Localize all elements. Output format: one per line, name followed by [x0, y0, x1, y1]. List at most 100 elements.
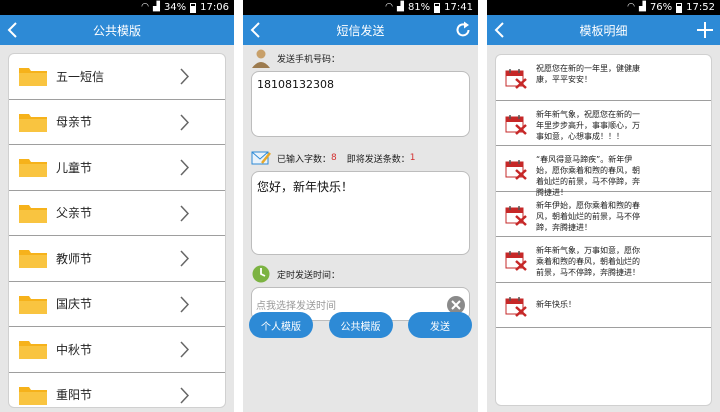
signal-icon: ▟: [153, 2, 160, 12]
page-title: 短信发送: [336, 23, 385, 38]
folder-icon: [19, 204, 47, 223]
back-icon[interactable]: [491, 20, 509, 40]
folder-icon: [19, 295, 47, 314]
template-text: 祝愿您在新的一年里，健健康康，平平安安！: [536, 64, 640, 84]
list-item-label: 五一短信: [56, 69, 105, 84]
clock-icon: [252, 265, 270, 283]
timer-label-row: 定时发送时间：: [251, 261, 470, 287]
status-time: 17:41: [444, 2, 473, 13]
list-item-label: 教师节: [56, 251, 93, 266]
list-item[interactable]: 五一短信: [9, 54, 225, 100]
list-item-label: 母亲节: [56, 115, 93, 130]
signal-icon: ▟: [639, 2, 646, 12]
wifi-icon: ◠: [627, 2, 636, 12]
title-bar: 短信发送: [243, 15, 478, 45]
signal-icon: ▟: [397, 2, 404, 12]
chevron-right-icon: [180, 250, 189, 267]
chevron-right-icon: [180, 204, 189, 222]
send-count-value: 1: [409, 153, 416, 163]
template-text: 新年伊始，愿你乘着和煦的春风，朝着灿烂的前景，马不停蹄，奔腾捷进！: [536, 200, 640, 232]
battery-percent: 34%: [163, 2, 187, 13]
sms-send-screen: ◠ ▟ 81% 17:41 短信发送 发送手机号码： 18108132308 已…: [243, 0, 478, 412]
battery-icon: [434, 2, 441, 13]
list-item[interactable]: 中秋节: [9, 327, 225, 373]
template-category-list: 五一短信 母亲节 儿童节 父亲节 教师节 国庆节 中秋节 重阳节: [8, 53, 226, 408]
wifi-icon: ◠: [141, 2, 150, 12]
sms-form: 发送手机号码： 18108132308 已输入字数： 8 即将发送条数： 1 您…: [243, 45, 478, 412]
list-item[interactable]: 母亲节: [9, 100, 225, 145]
folder-icon: [19, 250, 47, 269]
list-item[interactable]: 教师节: [9, 236, 225, 282]
timer-label: 定时发送时间：: [277, 270, 341, 281]
calendar-delete-icon: [505, 69, 527, 89]
public-template-button[interactable]: 公共模版: [328, 312, 393, 338]
status-time: 17:06: [200, 2, 229, 13]
back-icon[interactable]: [4, 20, 22, 40]
folder-icon: [19, 68, 47, 87]
template-detail-screen: ◠ ▟ 76% 17:52 模板明细 祝愿您在新的一年里，健健康康，平平安安！ …: [487, 0, 720, 412]
list-item[interactable]: 新年快乐！: [496, 283, 711, 328]
count-value: 8: [331, 153, 337, 163]
list-item[interactable]: “春风得意马蹄疾”。新年伊始，愿你乘着和煦的春风，朝着灿烂的前景，马不停蹄，奔腾…: [496, 146, 711, 197]
public-template-screen: ◠ ▟ 34% 17:06 公共模版 五一短信 母亲节 儿童节 父亲节 教师节 …: [0, 0, 234, 412]
chevron-right-icon: [180, 113, 189, 131]
action-buttons: 个人模版 公共模版 发送: [249, 312, 472, 338]
status-bar: ◠ ▟ 34% 17:06: [0, 0, 234, 15]
battery-icon: [190, 2, 197, 13]
calendar-delete-icon: [505, 114, 527, 135]
phone-label-row: 发送手机号码：: [251, 45, 470, 71]
back-icon[interactable]: [247, 20, 265, 40]
page-title: 公共模版: [92, 23, 141, 38]
chevron-right-icon: [180, 386, 189, 404]
personal-template-button[interactable]: 个人模版: [249, 312, 313, 338]
status-bar: ◠ ▟ 76% 17:52: [487, 0, 720, 15]
template-text: 新年新气象，祝愿您在新的一年里步步高升，事事顺心，万事如意，心想事成！！！: [536, 109, 640, 141]
list-item[interactable]: 新年伊始，愿你乘着和煦的春风，朝着灿烂的前景，马不停蹄，奔腾捷进！: [496, 192, 711, 237]
list-item[interactable]: 新年新气象，祝愿您在新的一年里步步高升，事事顺心，万事如意，心想事成！！！: [496, 101, 711, 146]
status-bar: ◠ ▟ 81% 17:41: [243, 0, 478, 15]
list-item-label: 重阳节: [56, 388, 93, 403]
list-item[interactable]: 重阳节: [9, 373, 225, 408]
envelope-edit-icon: [251, 151, 271, 165]
template-list: 祝愿您在新的一年里，健健康康，平平安安！ 新年新气象，祝愿您在新的一年里步步高升…: [495, 54, 712, 406]
timer-placeholder: 点我选择发送时间: [256, 300, 336, 312]
calendar-delete-icon: [505, 296, 527, 317]
folder-icon: [19, 386, 47, 405]
folder-icon: [19, 159, 47, 178]
list-item[interactable]: 祝愿您在新的一年里，健健康康，平平安安！: [496, 55, 711, 101]
calendar-delete-icon: [505, 205, 527, 226]
page-title: 模板明细: [579, 23, 628, 38]
list-item[interactable]: 儿童节: [9, 145, 225, 191]
chevron-right-icon: [180, 341, 189, 358]
list-item[interactable]: 新年新气象，万事如意，愿你乘着和煦的春风，朝着灿烂的前景，马不停蹄，奔腾捷进！: [496, 237, 711, 283]
list-item[interactable]: 父亲节: [9, 191, 225, 236]
add-icon[interactable]: [696, 20, 714, 40]
phone-input[interactable]: 18108132308: [251, 71, 470, 137]
calendar-delete-icon: [505, 160, 527, 180]
calendar-delete-icon: [505, 251, 527, 271]
send-count-label: 即将发送条数：: [346, 154, 410, 165]
status-time: 17:52: [686, 2, 715, 13]
list-item[interactable]: 国庆节: [9, 282, 225, 327]
title-bar: 公共模版: [0, 15, 234, 45]
send-button[interactable]: 发送: [408, 312, 472, 338]
chevron-right-icon: [180, 159, 189, 176]
wifi-icon: ◠: [385, 2, 394, 12]
battery-percent: 81%: [407, 2, 431, 13]
message-input[interactable]: 您好，新年快乐！: [251, 171, 470, 255]
folder-icon: [19, 113, 47, 132]
title-bar: 模板明细: [487, 15, 720, 45]
list-item-label: 中秋节: [56, 342, 93, 357]
list-item-label: 儿童节: [56, 160, 93, 175]
chevron-right-icon: [180, 295, 189, 313]
template-text: 新年新气象，万事如意，愿你乘着和煦的春风，朝着灿烂的前景，马不停蹄，奔腾捷进！: [536, 246, 640, 277]
battery-icon: [676, 2, 683, 13]
chevron-right-icon: [180, 68, 189, 85]
user-icon: [252, 49, 270, 68]
count-row: 已输入字数： 8 即将发送条数： 1: [251, 145, 470, 171]
list-item-label: 父亲节: [56, 206, 93, 221]
phone-label: 发送手机号码：: [277, 54, 341, 65]
refresh-icon[interactable]: [454, 20, 472, 40]
count-label: 已输入字数：: [277, 154, 332, 165]
battery-percent: 76%: [649, 2, 673, 13]
